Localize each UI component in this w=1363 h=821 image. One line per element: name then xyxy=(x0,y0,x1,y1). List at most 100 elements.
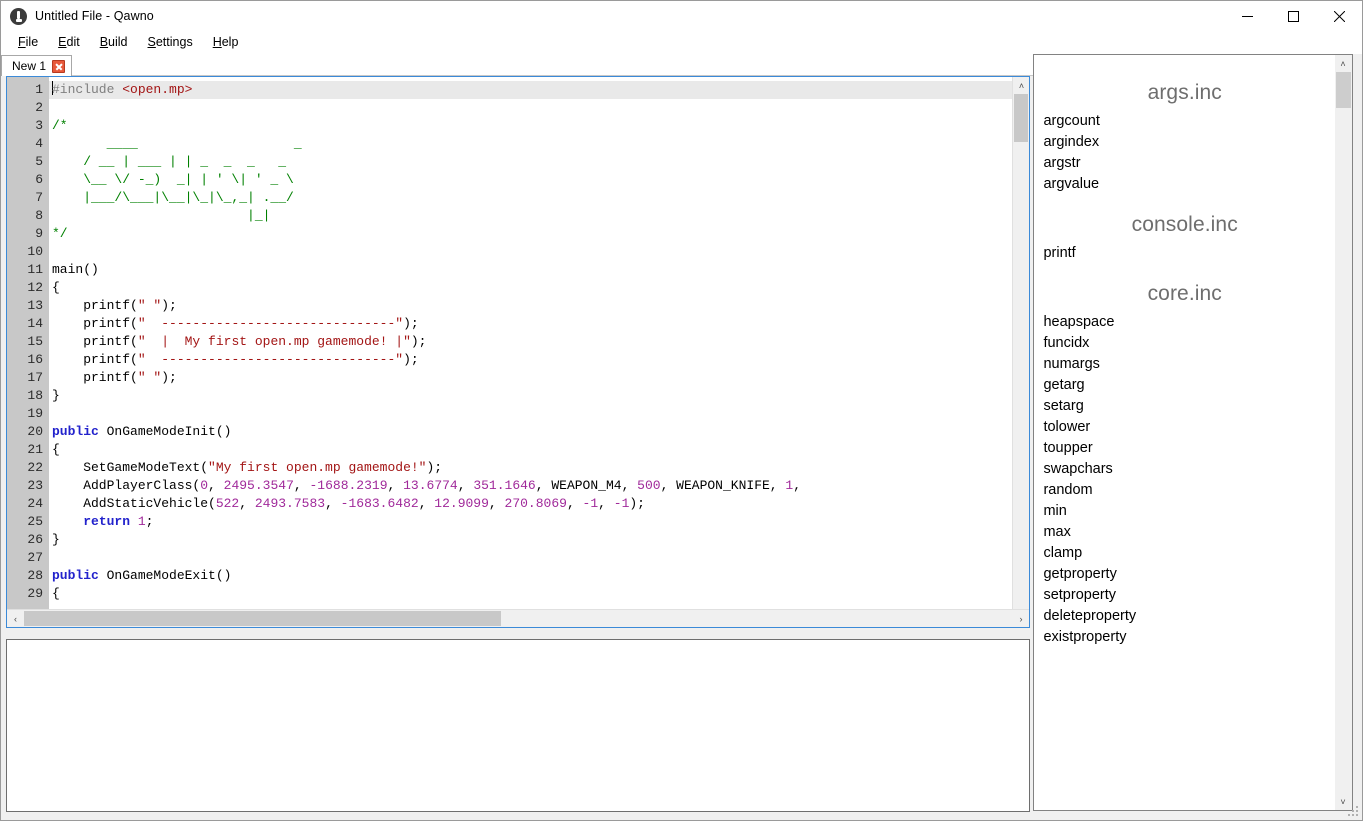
code-token-cmt: /* xyxy=(52,118,68,133)
code-text-area[interactable]: #include <open.mp> /* ____ _ / __ | ___ … xyxy=(49,77,1013,609)
code-token-cmt: |___/\___|\__|\_|\_,_| .__/ xyxy=(52,190,294,205)
sidebar-scroll-up-icon[interactable]: ˄ xyxy=(1335,55,1351,72)
scroll-right-icon[interactable]: › xyxy=(1012,610,1029,627)
menu-help[interactable]: Help xyxy=(204,32,248,53)
code-token-num: 2495.3547 xyxy=(223,478,294,493)
include-function-item[interactable]: existproperty xyxy=(1034,627,1335,648)
code-token-num: 12.9099 xyxy=(434,496,489,511)
menu-build[interactable]: Build xyxy=(91,32,137,53)
code-line: printf(" ------------------------------"… xyxy=(52,351,1012,369)
include-function-item[interactable]: argindex xyxy=(1034,132,1335,153)
maximize-button[interactable] xyxy=(1270,1,1316,31)
line-number: 3 xyxy=(35,118,43,133)
include-header: console.inc xyxy=(1131,213,1238,236)
menu-settings[interactable]: Settings xyxy=(139,32,202,53)
close-button[interactable] xyxy=(1316,1,1362,31)
menu-settings-rest: ettings xyxy=(155,35,193,49)
code-token-plain: { xyxy=(52,586,60,601)
code-token-plain: printf( xyxy=(52,370,138,385)
code-token-plain: AddStaticVehicle( xyxy=(52,496,216,511)
include-function-item[interactable]: clamp xyxy=(1034,543,1335,564)
include-function-item[interactable]: random xyxy=(1034,480,1335,501)
include-header: args.inc xyxy=(1147,81,1222,104)
tab-close-icon[interactable] xyxy=(52,59,66,73)
include-function-item[interactable]: getarg xyxy=(1034,375,1335,396)
code-token-num: 0 xyxy=(200,478,209,493)
include-function-item[interactable]: setproperty xyxy=(1034,585,1335,606)
line-number: 8 xyxy=(35,208,43,223)
include-function-item[interactable]: toupper xyxy=(1034,438,1335,459)
code-token-plain: } xyxy=(52,532,60,547)
menu-help-mnemonic: H xyxy=(212,35,222,49)
line-number: 26 xyxy=(27,532,43,547)
code-line: { xyxy=(52,585,1012,603)
sidebar-vertical-scrollbar[interactable]: ˄ ˅ xyxy=(1335,55,1352,810)
code-token-num: -1688.2319 xyxy=(309,478,388,493)
line-number: 1 xyxy=(35,82,43,97)
include-function-item[interactable]: argstr xyxy=(1034,153,1335,174)
include-function-item[interactable]: swapchars xyxy=(1034,459,1335,480)
menu-file-mnemonic: F xyxy=(18,35,26,49)
scroll-up-icon[interactable]: ˄ xyxy=(1013,77,1030,94)
code-token-plain: SetGameModeText( xyxy=(52,460,209,475)
code-token-plain: , xyxy=(488,496,505,511)
code-token-plain: OnGameModeInit() xyxy=(98,424,232,439)
include-function-item[interactable]: argvalue xyxy=(1034,174,1335,195)
code-token-plain: ); xyxy=(161,298,177,313)
include-function-item[interactable]: deleteproperty xyxy=(1034,606,1335,627)
line-number: 7 xyxy=(35,190,43,205)
scroll-left-icon[interactable]: ‹ xyxy=(7,610,24,627)
include-function-item[interactable]: min xyxy=(1034,501,1335,522)
include-function-item[interactable]: max xyxy=(1034,522,1335,543)
window-resize-grip[interactable] xyxy=(1347,805,1359,817)
line-number: 18 xyxy=(27,388,43,403)
menu-edit[interactable]: Edit xyxy=(49,32,89,53)
code-token-str: " " xyxy=(137,370,162,385)
include-function-item[interactable]: setarg xyxy=(1034,396,1335,417)
code-line: */ xyxy=(52,225,1012,243)
editor-horizontal-scrollbar[interactable]: ‹ › xyxy=(7,609,1030,627)
include-function-item[interactable]: getproperty xyxy=(1034,564,1335,585)
editor-vscroll-thumb[interactable] xyxy=(1014,94,1029,142)
editor-vertical-scrollbar[interactable]: ˄ xyxy=(1012,77,1030,609)
include-function-item[interactable]: heapspace xyxy=(1034,312,1335,333)
code-token-plain: ); xyxy=(403,316,419,331)
line-number: 20 xyxy=(27,424,43,439)
menu-build-mnemonic: B xyxy=(99,35,109,49)
include-function-item[interactable]: tolower xyxy=(1034,417,1335,438)
menu-edit-rest: dit xyxy=(66,35,80,49)
code-token-plain: printf( xyxy=(52,352,138,367)
code-token-num: 1 xyxy=(137,514,146,529)
sidebar-vscroll-thumb[interactable] xyxy=(1336,72,1351,108)
code-token-plain: ); xyxy=(403,352,419,367)
line-number: 9 xyxy=(35,226,43,241)
qawno-main-window: Untitled File - Qawno File Edit Build Se… xyxy=(0,0,1363,821)
editor-hscroll-thumb[interactable] xyxy=(24,611,501,626)
build-output-panel[interactable] xyxy=(6,639,1031,812)
line-number: 28 xyxy=(27,568,43,583)
include-function-item[interactable]: argcount xyxy=(1034,111,1335,132)
include-function-item[interactable]: numargs xyxy=(1034,354,1335,375)
code-token-inc: <open.mp> xyxy=(122,82,193,97)
menu-help-rest: elp xyxy=(221,35,239,49)
include-function-item[interactable]: funcidx xyxy=(1034,333,1335,354)
include-function-list[interactable]: args.inc argcount argindex argstr argvalue co… xyxy=(1034,55,1335,810)
minimize-button[interactable] xyxy=(1224,1,1270,31)
line-number: 25 xyxy=(27,514,43,529)
tab-new-1[interactable]: New 1 xyxy=(1,55,73,76)
code-token-plain: , xyxy=(239,496,255,511)
code-token-pre: #include xyxy=(52,82,123,97)
code-token-plain: ); xyxy=(426,460,443,475)
include-function-item[interactable]: printf xyxy=(1034,243,1335,264)
code-editor[interactable]: 1 2 3 4 5 6 7 8 9 10 11 12 13 14 15 16 17 18 19 20 21 22 23 24 2… xyxy=(6,76,1031,628)
menu-file[interactable]: File xyxy=(9,32,47,53)
code-token-plain: , xyxy=(598,496,614,511)
code-token-plain: AddPlayerClass( xyxy=(52,478,201,493)
code-token-str: " " xyxy=(137,298,162,313)
code-token-plain: printf( xyxy=(52,334,138,349)
code-token-plain: , xyxy=(418,496,435,511)
code-line: printf(" | My first open.mp gamemode! |"… xyxy=(52,333,1012,351)
